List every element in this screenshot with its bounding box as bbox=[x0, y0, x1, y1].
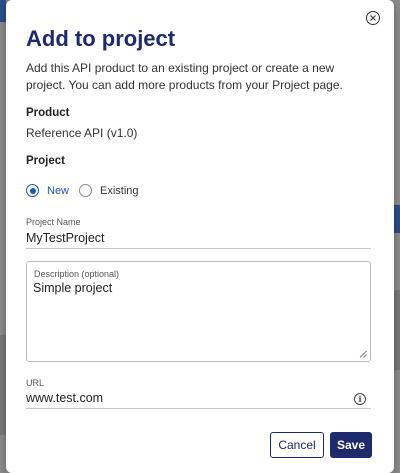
radio-new-label: New bbox=[47, 184, 70, 197]
close-icon bbox=[370, 15, 376, 21]
close-circle-icon[interactable] bbox=[366, 11, 380, 25]
url-input[interactable] bbox=[26, 388, 371, 409]
background-panel-right bbox=[394, 290, 400, 370]
description-textarea[interactable]: Simple project bbox=[33, 281, 361, 351]
radio-existing-label: Existing bbox=[100, 184, 139, 197]
radio-new[interactable]: New bbox=[26, 184, 69, 197]
save-button[interactable]: Save bbox=[330, 432, 372, 458]
url-label: URL bbox=[26, 378, 45, 388]
radio-existing[interactable]: Existing bbox=[79, 184, 139, 197]
info-icon[interactable]: i bbox=[354, 393, 366, 405]
background-sidebar-accent bbox=[394, 205, 400, 233]
radio-existing-indicator[interactable] bbox=[79, 184, 93, 197]
project-name-label: Project Name bbox=[26, 217, 81, 227]
dialog-title: Add to project bbox=[26, 26, 176, 51]
add-to-project-dialog: Add to project Add this API product to a… bbox=[6, 0, 394, 473]
cancel-button[interactable]: Cancel bbox=[270, 432, 324, 458]
resize-handle-icon[interactable] bbox=[359, 350, 367, 358]
project-radio-group: New Existing bbox=[26, 184, 149, 197]
product-label: Product bbox=[26, 107, 70, 119]
description-label: Description (optional) bbox=[34, 269, 120, 279]
radio-new-indicator[interactable] bbox=[26, 184, 39, 197]
dialog-description: Add this API product to an existing proj… bbox=[26, 61, 343, 92]
description-field: Description (optional) Simple project bbox=[26, 261, 371, 362]
project-name-input[interactable] bbox=[26, 228, 371, 249]
product-value: Reference API (v1.0) bbox=[26, 126, 138, 140]
project-label: Project bbox=[26, 155, 65, 167]
